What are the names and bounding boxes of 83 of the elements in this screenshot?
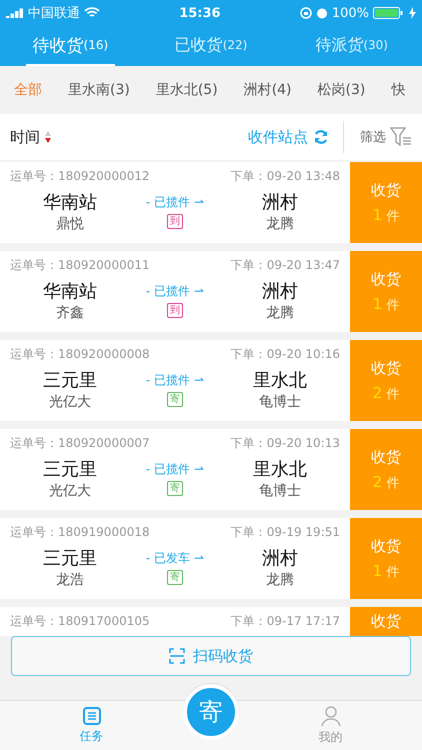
sender-name: 光亿大 [49, 393, 91, 412]
receive-button[interactable]: 收货 1 件 [350, 518, 422, 599]
destination-station: 里水北 [253, 459, 307, 481]
sort-time-button[interactable]: 时间 [10, 128, 52, 146]
order-card[interactable]: 运单号：180920000012 下单：09-20 13:48 华南站 鼎悦 - 已揽件 ⇀ 到 洲村 龙腾 [0, 162, 350, 243]
refresh-icon [313, 129, 329, 145]
waybill-number: 运单号：180920000011 [10, 257, 150, 274]
signal-icon [6, 8, 24, 18]
tag: 寄 [167, 392, 183, 407]
send-button[interactable]: 寄 [183, 684, 239, 740]
tab[interactable]: 待收货(16) [26, 26, 115, 66]
order-status: - 已揽件 ⇀ [146, 194, 204, 211]
order-card[interactable]: 运单号：180917000105 下单：09-17 17:17 [0, 607, 350, 636]
destination-station: 洲村 [262, 548, 298, 570]
receiver-name: 龟博士 [259, 482, 301, 501]
receive-button[interactable]: 收货 1 件 [350, 251, 422, 332]
destination-station: 洲村 [262, 281, 298, 303]
person-icon [320, 705, 342, 727]
wifi-icon [84, 7, 100, 19]
order-card[interactable]: 运单号：180920000008 下单：09-20 10:16 三元里 光亿大 - 已揽件 ⇀ 寄 里水北 龟博士 [0, 340, 350, 421]
nav-item[interactable]: 我的 [239, 705, 422, 746]
tag: 到 [167, 214, 183, 229]
order-card[interactable]: 运单号：180920000011 下单：09-20 13:47 华南站 齐鑫 - 已揽件 ⇀ 到 洲村 龙腾 [0, 251, 350, 332]
pickup-station-button[interactable]: 收件站点 [248, 128, 343, 146]
order-time: 下单：09-20 10:16 [230, 346, 340, 363]
battery-icon [373, 7, 405, 19]
tag: 寄 [167, 570, 183, 585]
receiver-name: 龙腾 [266, 215, 294, 234]
sort-icon [44, 130, 52, 144]
waybill-number: 运单号：180920000012 [10, 168, 150, 185]
order-time: 下单：09-19 19:51 [230, 524, 340, 541]
origin-station: 三元里 [43, 459, 97, 481]
order-card[interactable]: 运单号：180919000018 下单：09-19 19:51 三元里 龙浩 - 已发车 ⇀ 寄 洲村 龙腾 [0, 518, 350, 599]
receive-button[interactable]: 收货 1 件 [350, 162, 422, 243]
tab[interactable]: 待派货(30) [307, 26, 396, 66]
receive-button[interactable]: 收货 2 件 [350, 340, 422, 421]
order-status: - 已揽件 ⇀ [146, 283, 204, 300]
carrier-name: 中国联通 [28, 5, 80, 22]
waybill-number: 运单号：180920000007 [10, 435, 150, 452]
receive-button[interactable]: 收货 [350, 607, 422, 636]
receive-button[interactable]: 收货 2 件 [350, 429, 422, 510]
destination-station: 洲村 [262, 192, 298, 214]
receiver-name: 龙腾 [266, 304, 294, 323]
destination-station: 里水北 [253, 370, 307, 392]
sender-name: 齐鑫 [56, 304, 84, 323]
order-card[interactable]: 运单号：180920000007 下单：09-20 10:13 三元里 光亿大 - 已揽件 ⇀ 寄 里水北 龟博士 [0, 429, 350, 510]
station-filter[interactable]: 洲村(4) [244, 81, 292, 99]
order-time: 下单：09-20 10:13 [230, 435, 340, 452]
sender-name: 光亿大 [49, 482, 91, 501]
receiver-name: 龟博士 [259, 393, 301, 412]
list-icon [82, 706, 102, 726]
sender-name: 龙浩 [56, 571, 84, 590]
battery-percent: 100% [332, 6, 369, 20]
charging-icon [409, 7, 416, 19]
filter-icon [390, 127, 412, 147]
tag: 到 [167, 303, 183, 318]
station-filter[interactable]: 里水北(5) [156, 81, 218, 99]
order-status: - 已发车 ⇀ [146, 550, 204, 567]
order-time: 下单：09-17 17:17 [230, 613, 340, 630]
waybill-number: 运单号：180920000008 [10, 346, 150, 363]
station-filter[interactable]: 快 [391, 81, 406, 99]
order-status: - 已揽件 ⇀ [146, 461, 204, 478]
origin-station: 华南站 [43, 192, 97, 214]
waybill-number: 运单号：180919000018 [10, 524, 150, 541]
sender-name: 鼎悦 [56, 215, 84, 234]
order-status: - 已揽件 ⇀ [146, 372, 204, 389]
nav-item[interactable]: 任务 [0, 706, 183, 745]
station-filter[interactable]: 里水南(3) [68, 81, 130, 99]
origin-station: 三元里 [43, 370, 97, 392]
origin-station: 三元里 [43, 548, 97, 570]
filter-button[interactable]: 筛选 [344, 127, 412, 147]
station-filter[interactable]: 全部 [14, 81, 42, 99]
station-filter[interactable]: 松岗(3) [318, 81, 366, 99]
receiver-name: 龙腾 [266, 571, 294, 590]
origin-station: 华南站 [43, 281, 97, 303]
tab[interactable]: 已收货(22) [166, 26, 256, 66]
scan-icon [169, 648, 185, 664]
order-time: 下单：09-20 13:48 [230, 168, 340, 185]
waybill-number: 运单号：180917000105 [10, 613, 150, 630]
clock-time: 15:36 [179, 6, 221, 20]
tag: 寄 [167, 481, 183, 496]
order-time: 下单：09-20 13:47 [230, 257, 340, 274]
scan-receive-button[interactable]: 扫码收货 [11, 636, 411, 676]
